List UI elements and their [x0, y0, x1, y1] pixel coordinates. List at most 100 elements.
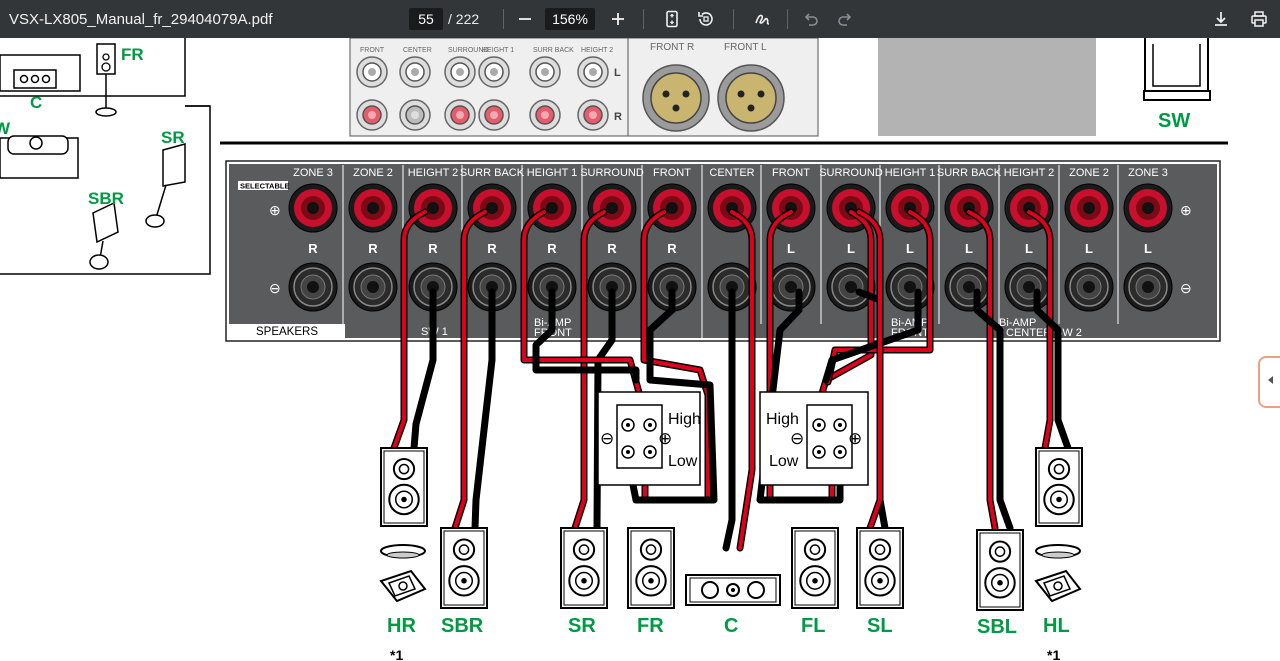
- plus-symbol-left: ⊕: [269, 202, 281, 218]
- speaker-sbl: [976, 529, 1024, 611]
- undo-icon[interactable]: [799, 7, 823, 31]
- room-label-w: W: [0, 119, 11, 138]
- terminal-positive: [587, 183, 637, 233]
- speaker-sbr: [440, 527, 488, 609]
- terminal-header: CENTER: [709, 167, 754, 179]
- redo-icon[interactable]: [833, 7, 857, 31]
- terminal-positive: [288, 183, 338, 233]
- terminal-negative: [766, 262, 816, 312]
- xlr-label-front-l: FRONT L: [724, 42, 767, 53]
- terminal-negative: [944, 262, 994, 312]
- biamp-low-label: Low: [769, 453, 799, 470]
- rca-jack-red: [577, 99, 609, 131]
- terminal-side-label: R: [667, 241, 677, 256]
- speaker-label-sr: SR: [568, 615, 596, 637]
- terminal-negative: [288, 262, 338, 312]
- terminal-header: ZONE 2: [1069, 167, 1109, 179]
- speakers-label: SPEAKERS: [256, 326, 318, 338]
- pdf-page-view[interactable]: FR C W SR SBR SW FRONT CENTER SURROUND HEIG…: [0, 38, 1280, 661]
- toolbar-divider: [787, 9, 788, 29]
- room-layout-illustration: FR C W SR SBR: [0, 38, 211, 275]
- rca-jack-red: [356, 99, 388, 131]
- rca-label: CENTER: [403, 47, 432, 54]
- zoom-level-input[interactable]: 156%: [545, 8, 595, 30]
- speaker-connection-diagram: FR C W SR SBR SW FRONT CENTER SURROUNDHEIG…: [0, 38, 1228, 661]
- terminal-header: SURROUND: [580, 167, 644, 179]
- speaker-label-fl: FL: [801, 615, 825, 637]
- terminal-negative: [1123, 262, 1173, 312]
- terminal-side-label: R: [308, 241, 318, 256]
- annotate-icon[interactable]: [751, 7, 775, 31]
- minus-symbol-left: ⊖: [269, 280, 281, 296]
- terminal-side-label: L: [787, 241, 795, 256]
- document-title: VSX-LX805_Manual_fr_29404079A.pdf: [9, 10, 273, 28]
- terminal-positive: [1064, 183, 1114, 233]
- terminal-header: SURROUND: [819, 167, 883, 179]
- terminal-negative: [1064, 262, 1114, 312]
- rca-jack-red: [444, 99, 476, 131]
- terminal-side-label: L: [965, 241, 973, 256]
- fit-page-icon[interactable]: [660, 7, 684, 31]
- room-label-sbr: SBR: [88, 189, 124, 208]
- terminal-positive: [467, 183, 517, 233]
- toolbar-divider: [503, 9, 504, 29]
- room-label-sr: SR: [161, 128, 185, 147]
- rca-jack-red: [399, 99, 431, 131]
- terminal-side-label: L: [906, 241, 914, 256]
- download-icon[interactable]: [1209, 7, 1233, 31]
- terminal-positive: [1123, 183, 1173, 233]
- zoom-out-icon[interactable]: [513, 7, 537, 31]
- speaker-fl: [791, 527, 839, 609]
- room-label-sw: SW: [1158, 110, 1190, 132]
- toolbar-divider: [643, 9, 644, 29]
- speaker-label-sbl: SBL: [977, 616, 1017, 638]
- speaker-label-hl: HL: [1043, 615, 1070, 637]
- terminal-side-label: R: [487, 241, 497, 256]
- rca-label: HEIGHT 2: [581, 47, 613, 54]
- rotate-icon[interactable]: [694, 7, 718, 31]
- minus-symbol-right: ⊖: [1180, 280, 1192, 296]
- speaker-sl: [856, 527, 904, 609]
- speaker-hl-tower: [1035, 447, 1083, 527]
- terminal-header: HEIGHT 1: [527, 167, 578, 179]
- terminal-header: FRONT: [653, 167, 691, 179]
- rca-label: HEIGHT 1: [482, 47, 514, 54]
- print-icon[interactable]: [1247, 7, 1271, 31]
- biamp-plus: ⊕: [848, 429, 862, 448]
- sidebar-toggle[interactable]: [1258, 356, 1280, 408]
- biamp-minus: ⊖: [790, 429, 804, 448]
- footnote-mark-hr: *1: [390, 647, 403, 661]
- terminal-positive: [408, 183, 458, 233]
- preout-side-l: L: [614, 67, 621, 79]
- terminal-side-label: R: [547, 241, 557, 256]
- speaker-hr-tower: [380, 447, 428, 527]
- terminal-header: ZONE 2: [353, 167, 393, 179]
- subwoofer-illustration: SW: [1143, 38, 1211, 132]
- terminal-positive: [348, 183, 398, 233]
- speaker-c: [685, 574, 781, 606]
- terminal-header: ZONE 3: [293, 167, 333, 179]
- zoom-in-icon[interactable]: [606, 7, 630, 31]
- rca-jack-white: [529, 56, 561, 88]
- speaker-hr-height-module: [379, 544, 427, 603]
- speaker-terminal-panel: SPEAKERS SELECTABLE ⊕ ⊖ ⊕ ⊖ ZONE 3 R ZONE …: [225, 160, 1221, 342]
- terminal-side-label: L: [1144, 241, 1152, 256]
- xlr-jack-front-r: [642, 64, 710, 132]
- page-number-input[interactable]: 55: [409, 8, 443, 30]
- rca-jack-white: [444, 56, 476, 88]
- room-label-c: C: [30, 93, 42, 112]
- biamp-minus: ⊖: [600, 429, 614, 448]
- speaker-sr: [560, 527, 608, 609]
- terminal-header: ZONE 3: [1128, 167, 1168, 179]
- biamp-center-line2: CENTER: [1006, 327, 1051, 339]
- terminal-header: HEIGHT 2: [1004, 167, 1055, 179]
- terminal-header: FRONT: [772, 167, 810, 179]
- rca-label: FRONT: [360, 47, 385, 54]
- xlr-label-front-r: FRONT R: [650, 42, 694, 53]
- terminal-side-label: L: [1085, 241, 1093, 256]
- terminal-header: SURR BACK: [937, 167, 1002, 179]
- rca-jack-white: [399, 56, 431, 88]
- terminal-positive: [647, 183, 697, 233]
- biamp-speaker-left-box: ⊖ ⊕ High Low: [759, 391, 869, 486]
- page-total: / 222: [448, 11, 480, 27]
